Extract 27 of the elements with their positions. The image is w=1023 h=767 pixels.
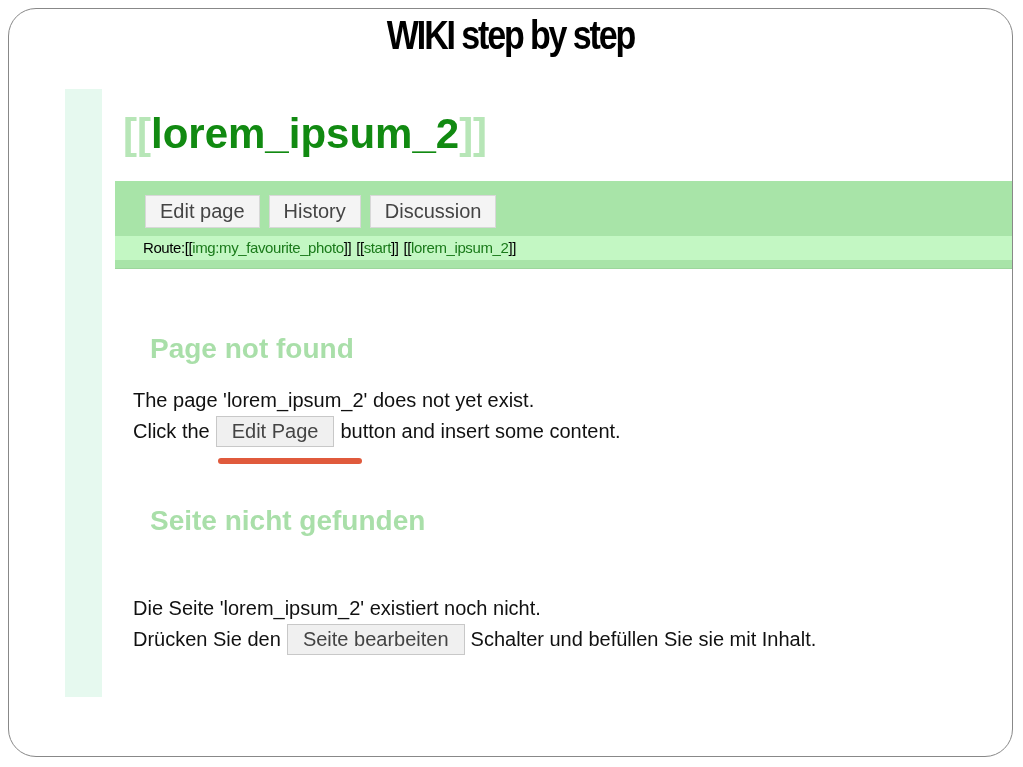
section-heading: Page not found	[150, 333, 355, 365]
bracket-text: ]]	[390, 239, 399, 256]
section-heading: Seite nicht gefunden	[150, 505, 427, 537]
bracket-text: [[	[184, 239, 193, 256]
action-button[interactable]: History	[268, 195, 361, 228]
paragraph-text: Die Seite 'lorem_ipsum_2' existiert noch nicht.	[133, 596, 542, 622]
route-link[interactable]: lorem_ipsum_2	[411, 239, 509, 256]
bracket-text: ]]	[343, 239, 352, 256]
action-button[interactable]: Edit page	[145, 195, 260, 228]
edit-button[interactable]: Edit Page	[215, 416, 335, 447]
route-link[interactable]: start	[363, 239, 391, 256]
slide-title: WIKI step by step	[385, 12, 636, 59]
route-label: Route:	[143, 239, 185, 256]
bracket-text: [[	[403, 239, 411, 256]
route-link[interactable]: img:my_favourite_photo	[192, 239, 344, 256]
edit-button[interactable]: Seite bearbeiten	[286, 624, 465, 655]
bracket-text: [[	[356, 239, 364, 256]
paragraph-text: Click the	[133, 419, 210, 444]
paragraph-text: button and insert some content.	[340, 419, 621, 444]
paragraph-text: The page 'lorem_ipsum_2' does not yet exist.	[133, 388, 536, 414]
bracket-text: [[	[123, 110, 151, 157]
bracket-text: ]]	[459, 110, 488, 157]
action-button[interactable]: Discussion	[369, 195, 497, 228]
paragraph-text: Schalter und befüllen Sie sie mit Inhalt.	[470, 627, 817, 652]
page-title: lorem_ipsum_2	[151, 110, 460, 157]
paragraph-text: Drücken Sie den	[133, 627, 281, 652]
bracket-text: ]]	[508, 239, 516, 256]
